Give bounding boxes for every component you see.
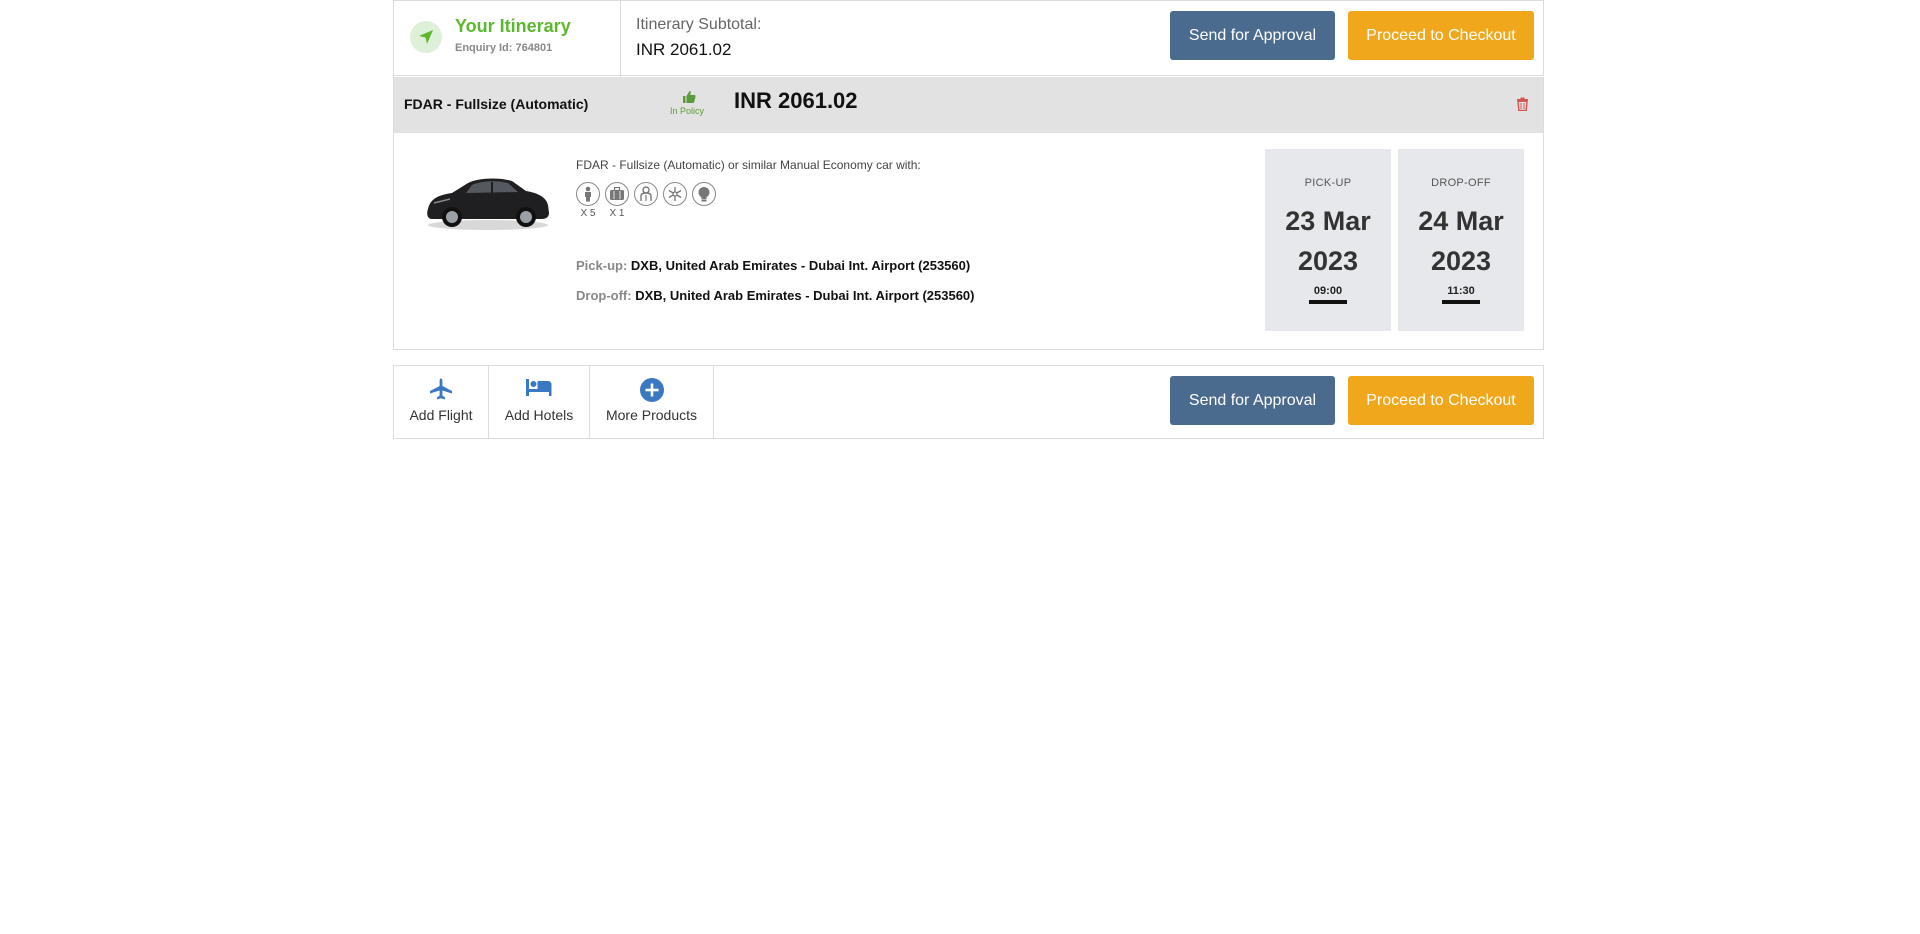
in-policy-label: In Policy [669, 106, 704, 116]
itinerary-header: Your Itinerary Enquiry Id: 764801 Itiner… [393, 0, 1544, 77]
luggage-icon [605, 182, 629, 206]
luggage-count: X 1 [609, 208, 625, 219]
proceed-to-checkout-button[interactable]: Proceed to Checkout [1348, 11, 1534, 60]
dropoff-location: Drop-off: DXB, United Arab Emirates - Du… [576, 288, 975, 303]
send-for-approval-button[interactable]: Send for Approval [1170, 11, 1335, 60]
add-flight-label: Add Flight [409, 407, 473, 423]
pickup-location-value: DXB, United Arab Emirates - Dubai Int. A… [630, 258, 971, 273]
enquiry-id: Enquiry Id: 764801 [455, 42, 553, 54]
navigation-arrow-icon [410, 21, 442, 53]
product-name: FDAR - Fullsize (Automatic) [404, 96, 589, 112]
pickup-date-label: PICK-UP [1304, 177, 1352, 189]
airplane-icon [394, 378, 488, 402]
transmission-icon [634, 182, 658, 206]
passenger-icon [576, 182, 600, 206]
itinerary-title: Your Itinerary [455, 16, 571, 36]
pickup-day-month: 23 Mar [1285, 206, 1371, 236]
plus-circle-icon [590, 378, 713, 402]
dropoff-date: 24 Mar 2023 [1398, 201, 1524, 281]
passenger-count: X 5 [580, 208, 596, 219]
itinerary-summary: Your Itinerary Enquiry Id: 764801 [394, 1, 621, 77]
pickup-date-box: PICK-UP 23 Mar 2023 09:00 [1265, 149, 1391, 331]
pickup-year: 2023 [1297, 246, 1359, 276]
car-image [422, 169, 552, 238]
in-policy-badge: In Policy [669, 90, 709, 116]
add-flight-button[interactable]: Add Flight [394, 366, 489, 438]
pickup-time: 09:00 [1308, 285, 1348, 304]
dropoff-year: 2023 [1430, 246, 1492, 276]
air-conditioning-icon [663, 182, 687, 206]
dropoff-time: 11:30 [1442, 285, 1480, 304]
feature-counts: X 5 X 1 [576, 208, 629, 219]
bed-icon [489, 378, 589, 402]
send-for-approval-button-bottom[interactable]: Send for Approval [1170, 376, 1335, 425]
add-hotels-button[interactable]: Add Hotels [489, 366, 590, 438]
pickup-location: Pick-up: DXB, United Arab Emirates - Dub… [576, 258, 970, 273]
car-product-card: FDAR - Fullsize (Automatic) In Policy IN… [393, 77, 1544, 350]
dropoff-date-box: DROP-OFF 24 Mar 2023 11:30 [1398, 149, 1524, 331]
proceed-to-checkout-button-bottom[interactable]: Proceed to Checkout [1348, 376, 1534, 425]
thumbs-up-icon [669, 90, 709, 104]
car-features [576, 182, 716, 206]
dropoff-location-value: DXB, United Arab Emirates - Dubai Int. A… [635, 288, 975, 303]
dropoff-label: Drop-off: [576, 288, 632, 303]
itinerary-footer: Add Flight Add Hotels More Products Send… [393, 365, 1544, 439]
pickup-label: Pick-up: [576, 258, 628, 273]
more-products-button[interactable]: More Products [590, 366, 714, 438]
fuel-icon [692, 182, 716, 206]
dropoff-date-label: DROP-OFF [1431, 177, 1491, 189]
product-price: INR 2061.02 [734, 88, 858, 113]
more-products-label: More Products [605, 407, 698, 423]
subtotal-value: INR 2061.02 [636, 40, 732, 59]
subtotal-label: Itinerary Subtotal: [636, 16, 762, 33]
dropoff-day-month: 24 Mar [1418, 206, 1504, 236]
car-description: FDAR - Fullsize (Automatic) or similar M… [576, 158, 921, 172]
product-header-bar: FDAR - Fullsize (Automatic) In Policy IN… [394, 77, 1543, 133]
trash-icon[interactable] [1516, 97, 1529, 116]
add-hotels-label: Add Hotels [504, 407, 574, 423]
pickup-date: 23 Mar 2023 [1265, 201, 1391, 281]
